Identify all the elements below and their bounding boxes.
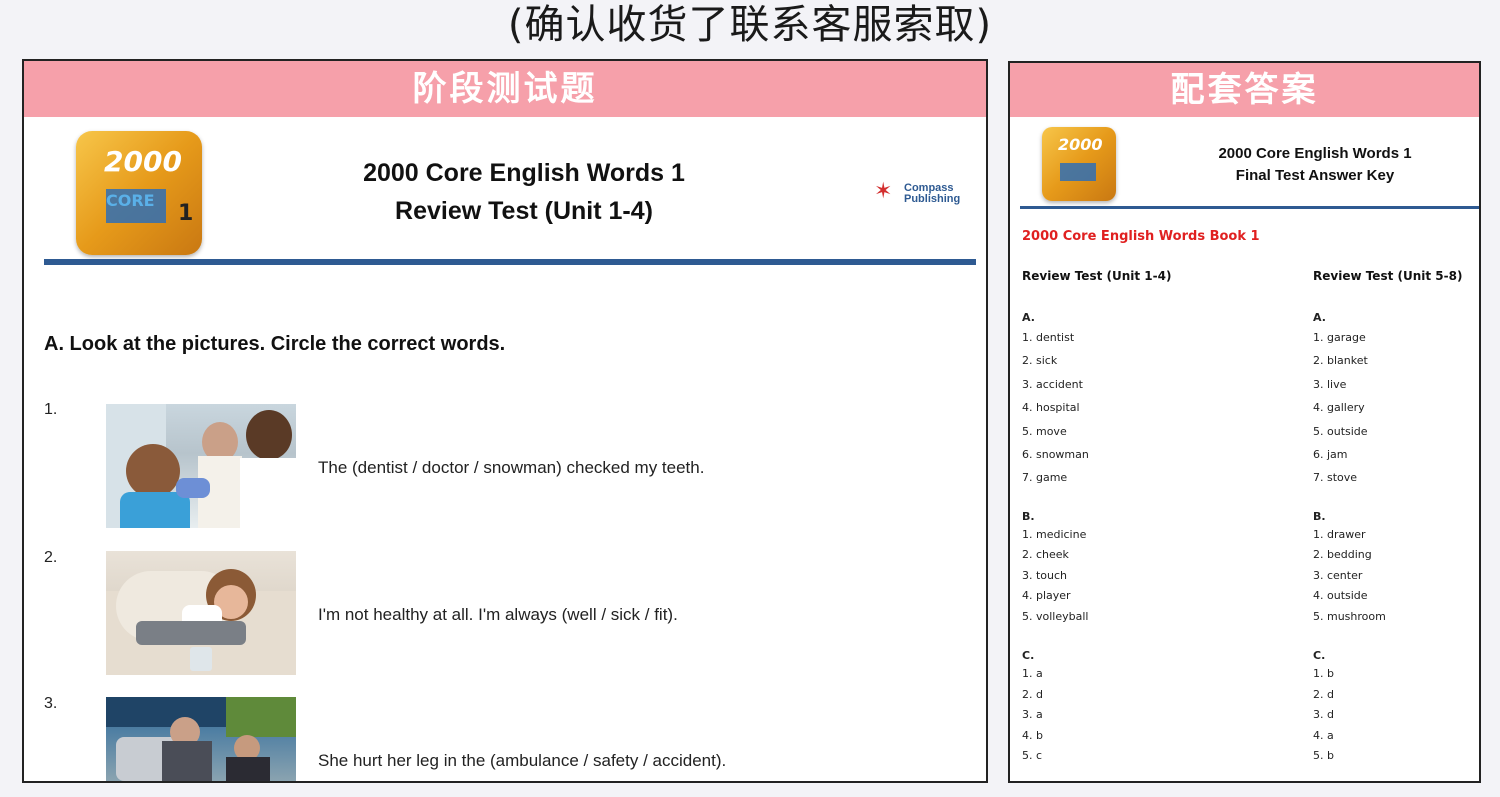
answer-item: 3. a <box>1022 708 1043 722</box>
answer-key-panel: 配套答案 2000 2000 Core English Words 1 Fina… <box>1008 61 1481 783</box>
answer-key-title-line1: 2000 Core English Words 1 <box>1218 145 1412 162</box>
answer-item: 7. game <box>1022 471 1068 485</box>
answer-key-title-line2: Final Test Answer Key <box>1235 167 1395 184</box>
answer-item: 1. medicine <box>1022 527 1087 541</box>
answer-item: 3. live <box>1313 377 1347 391</box>
question-text: The (dentist / doctor / snowman) checked… <box>318 458 705 477</box>
book-cover-small: 2000 <box>1042 127 1116 201</box>
answer-item: 2. sick <box>1022 354 1058 368</box>
col2-heading: Review Test (Unit 5-8) <box>1313 269 1463 283</box>
answer-item: 7. stove <box>1313 471 1358 485</box>
answer-item: 1. dentist <box>1022 331 1075 344</box>
answer-item: 3. touch <box>1022 568 1068 582</box>
section-label: A. <box>1022 311 1035 324</box>
answer-item: 5. outside <box>1313 424 1368 438</box>
question-number: 3. <box>44 695 58 712</box>
answer-item: 5. mushroom <box>1313 609 1386 623</box>
answer-item: 3. center <box>1313 568 1363 582</box>
answer-item: 3. d <box>1313 708 1334 722</box>
answer-item: 2. bedding <box>1313 548 1372 562</box>
answer-item: 4. gallery <box>1313 401 1365 415</box>
section-label: B. <box>1313 509 1326 523</box>
section-a-instruction: A. Look at the pictures. Circle the corr… <box>44 333 506 355</box>
answer-item: 2. d <box>1022 687 1043 701</box>
answer-key-rule <box>1020 206 1479 209</box>
question-number: 2. <box>44 549 58 566</box>
answer-item: 6. snowman <box>1022 448 1089 462</box>
compass-star-icon: ✶ <box>874 179 893 204</box>
question-text: I'm not healthy at all. I'm always (well… <box>318 605 678 624</box>
answer-item: 3. accident <box>1022 377 1083 391</box>
answer-key-book-label: 2000 Core English Words Book 1 <box>1022 229 1260 244</box>
cover-number: 2000 <box>1058 135 1103 154</box>
answer-item: 5. c <box>1022 749 1043 763</box>
section-label: C. <box>1022 649 1035 663</box>
answer-item: 4. b <box>1022 728 1043 742</box>
answer-item: 2. d <box>1313 687 1334 701</box>
answer-column-2: A. 1. garage 2. blanket 3. live 4. galle… <box>1313 309 1386 767</box>
answer-item: 1. garage <box>1313 331 1366 344</box>
answer-item: 4. a <box>1313 728 1334 742</box>
cover-core: CORE <box>106 191 155 210</box>
answer-column-1: A. 1. dentist 2. sick 3. accident 4. hos… <box>1022 309 1089 767</box>
answer-item: 5. b <box>1313 749 1334 763</box>
answer-item: 1. drawer <box>1313 527 1366 541</box>
answer-item: 4. hospital <box>1022 401 1080 415</box>
title-rule <box>44 259 976 265</box>
answer-item: 4. player <box>1022 589 1071 603</box>
answer-item: 5. move <box>1022 424 1067 438</box>
doc-title-line1: 2000 Core English Words 1 <box>363 159 685 187</box>
cover-band <box>1060 163 1096 181</box>
answer-item: 2. blanket <box>1313 354 1368 368</box>
book-cover: 2000 CORE 1 <box>76 131 202 255</box>
section-label: C. <box>1313 649 1326 663</box>
doc-title-line2: Review Test (Unit 1-4) <box>395 197 653 225</box>
answer-item: 1. b <box>1313 667 1334 681</box>
answer-item: 5. volleyball <box>1022 609 1089 623</box>
compass-logo: ✶ Compass Publishing <box>874 179 974 209</box>
review-test-header: 阶段测试题 <box>24 61 986 117</box>
question-text: She hurt her leg in the (ambulance / saf… <box>318 751 727 770</box>
cover-number: 2000 <box>104 145 182 178</box>
question-number: 1. <box>44 401 58 418</box>
answer-item: 6. jam <box>1313 448 1348 462</box>
section-label: A. <box>1313 311 1326 324</box>
answer-item: 4. outside <box>1313 589 1368 603</box>
section-label: B. <box>1022 509 1035 523</box>
answer-item: 1. a <box>1022 667 1043 681</box>
top-note: (确认收货了联系客服索取) <box>507 2 993 48</box>
question-image-sick <box>106 551 296 675</box>
question-image-accident <box>106 697 296 781</box>
cover-volume: 1 <box>178 201 194 226</box>
answer-key-header: 配套答案 <box>1010 63 1479 117</box>
review-test-panel: 阶段测试题 2000 CORE 1 2000 Core English Word… <box>22 59 988 783</box>
question-image-dentist <box>106 404 296 528</box>
col1-heading: Review Test (Unit 1-4) <box>1022 269 1172 283</box>
logo-line2: Publishing <box>904 193 961 205</box>
answer-item: 2. cheek <box>1022 548 1069 562</box>
